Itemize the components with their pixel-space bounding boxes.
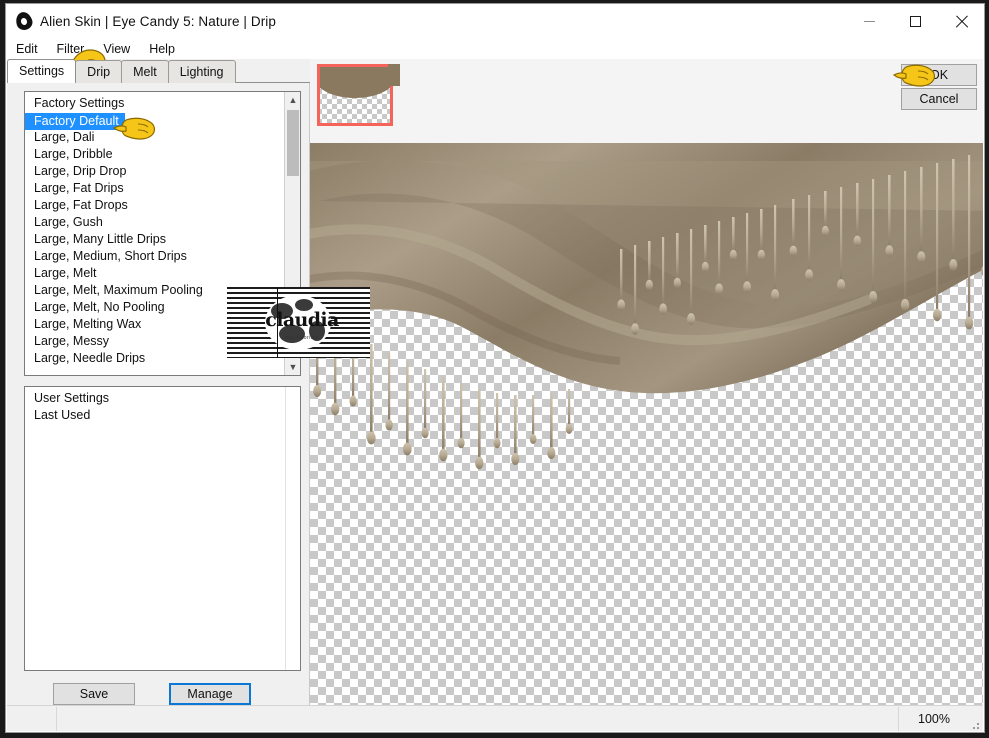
claudia-watermark: claudia psp tutorials	[227, 287, 370, 358]
alien-eye-icon	[13, 9, 35, 33]
close-button[interactable]	[938, 4, 984, 38]
tab-settings[interactable]: Settings	[7, 59, 77, 83]
menu-item-edit[interactable]: Edit	[16, 42, 38, 56]
preview-canvas[interactable]	[310, 143, 983, 705]
menu-item-view[interactable]: View	[103, 42, 130, 56]
user-settings-listbox[interactable]: User Settings Last Used	[24, 386, 301, 671]
watermark-subtext: psp tutorials	[285, 335, 319, 341]
preview-area	[310, 59, 983, 705]
tab-drip[interactable]: Drip	[75, 60, 123, 83]
watermark-text: claudia	[265, 309, 339, 331]
dialog-buttons: OK Cancel	[901, 64, 977, 110]
navigator-thumbnail[interactable]	[317, 64, 393, 126]
user-settings-rows: User Settings Last Used	[25, 387, 284, 670]
window-inner-frame: Alien Skin | Eye Candy 5: Nature | Drip …	[5, 3, 985, 733]
resize-grip-icon[interactable]	[969, 707, 983, 731]
list-item[interactable]: Large, Fat Drips	[25, 180, 284, 197]
maximize-icon	[909, 15, 921, 27]
window-title: Alien Skin | Eye Candy 5: Nature | Drip	[40, 13, 277, 29]
zoom-level-label: 100%	[918, 711, 950, 726]
manage-button[interactable]: Manage	[169, 683, 251, 705]
list-item[interactable]: Large, Fat Drops	[25, 197, 284, 214]
tab-melt[interactable]: Melt	[121, 60, 169, 83]
list-item[interactable]: Large, Dali	[25, 129, 284, 146]
cancel-button[interactable]: Cancel	[901, 88, 977, 110]
thumbnail-viewport-outline[interactable]	[317, 64, 393, 126]
ok-button[interactable]: OK	[901, 64, 977, 86]
minimize-button[interactable]	[846, 4, 892, 38]
scrollbar-thumb[interactable]	[287, 110, 299, 176]
tab-lighting[interactable]: Lighting	[167, 60, 236, 83]
drip-effect-preview	[310, 143, 983, 470]
title-bar: Alien Skin | Eye Candy 5: Nature | Drip	[6, 4, 984, 38]
application-window: Alien Skin | Eye Candy 5: Nature | Drip …	[0, 0, 989, 738]
window-controls	[846, 4, 984, 38]
list-item[interactable]: Last Used	[25, 407, 284, 424]
tab-strip: Settings Drip Melt Lighting	[7, 59, 310, 83]
list-item[interactable]: Large, Dribble	[25, 146, 284, 163]
preview-header	[310, 59, 983, 190]
status-bar: 100%	[7, 705, 983, 731]
settings-panel: Settings Drip Melt Lighting Factory Sett…	[7, 59, 310, 705]
list-item[interactable]: Large, Drip Drop	[25, 163, 284, 180]
menu-bar: Edit Filter View Help	[6, 38, 984, 59]
list-item[interactable]: User Settings	[25, 390, 284, 407]
list-item[interactable]: Factory Settings	[25, 95, 284, 112]
settings-panel-body: Factory Settings Factory Default Large, …	[7, 83, 310, 705]
status-left-segment	[7, 706, 57, 731]
list-item-selected[interactable]: Factory Default	[25, 113, 125, 130]
list-item[interactable]: Large, Many Little Drips	[25, 231, 284, 248]
status-message	[57, 706, 899, 731]
list-item[interactable]: Large, Medium, Short Drips	[25, 248, 284, 265]
user-list-divider	[285, 387, 286, 670]
chevron-up-icon[interactable]: ▲	[285, 92, 300, 108]
save-button[interactable]: Save	[53, 683, 135, 705]
settings-buttons-row: Save Manage	[24, 683, 301, 705]
menu-item-filter[interactable]: Filter	[57, 42, 85, 56]
thumbnail-edge-strip	[388, 64, 400, 126]
list-item[interactable]: Large, Melt	[25, 265, 284, 282]
menu-item-help[interactable]: Help	[149, 42, 175, 56]
minimize-icon	[863, 20, 875, 22]
list-item[interactable]: Large, Gush	[25, 214, 284, 231]
maximize-button[interactable]	[892, 4, 938, 38]
chevron-down-icon[interactable]: ▼	[285, 359, 300, 375]
close-icon	[955, 15, 968, 28]
